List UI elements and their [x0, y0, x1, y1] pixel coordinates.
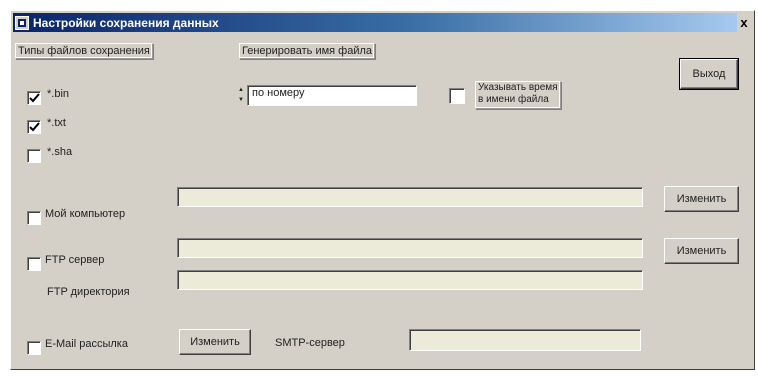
email-change-button[interactable]: Изменить — [179, 329, 251, 355]
filename-spinner[interactable]: ▲ ▼ — [237, 85, 245, 105]
file-type-bin-label: *.bin — [47, 88, 70, 100]
filename-mode-input[interactable]: по номеру — [247, 85, 417, 106]
spin-up-icon[interactable]: ▲ — [237, 85, 245, 95]
filename-gen-label: Генерировать имя файла — [239, 43, 376, 59]
ftp-dir-input[interactable] — [177, 270, 643, 290]
file-type-txt-label: *.txt — [47, 117, 66, 129]
ftp-server-label: FTP сервер — [45, 254, 105, 266]
checkbox-email[interactable] — [27, 341, 41, 355]
checkbox-time-in-name[interactable] — [449, 88, 465, 104]
title-bar[interactable]: Настройки сохранения данных — [13, 13, 737, 32]
time-in-name-label: Указывать время в имени файла — [475, 81, 561, 109]
file-type-sha-label: *.sha — [47, 146, 73, 158]
my-computer-label: Мой компьютер — [45, 208, 126, 220]
close-icon: x — [740, 14, 748, 30]
app-icon — [15, 15, 29, 30]
exit-button[interactable]: Выход — [679, 58, 739, 90]
my-computer-path[interactable] — [177, 187, 643, 207]
email-label: E-Mail рассылка — [45, 338, 128, 350]
smtp-server-input[interactable] — [409, 329, 641, 351]
smtp-server-label: SMTP-сервер — [275, 337, 345, 349]
window-title: Настройки сохранения данных — [33, 15, 219, 30]
checkbox-ftp[interactable] — [27, 257, 41, 271]
ftp-change-button[interactable]: Изменить — [664, 238, 739, 264]
checkmark-icon — [28, 92, 40, 102]
spin-down-icon[interactable]: ▼ — [237, 95, 245, 105]
checkbox-txt[interactable] — [27, 120, 41, 134]
my-computer-change-button[interactable]: Изменить — [664, 186, 739, 212]
settings-window: Настройки сохранения данных x Типы файло… — [10, 10, 755, 370]
checkmark-icon — [28, 121, 40, 131]
file-types-label: Типы файлов сохранения — [15, 43, 153, 59]
checkbox-my-computer[interactable] — [27, 211, 41, 225]
close-button[interactable]: x — [736, 14, 752, 30]
ftp-server-input[interactable] — [177, 238, 643, 258]
ftp-dir-label: FTP директория — [47, 286, 130, 298]
checkbox-bin[interactable] — [27, 91, 41, 105]
checkbox-sha[interactable] — [27, 149, 41, 163]
